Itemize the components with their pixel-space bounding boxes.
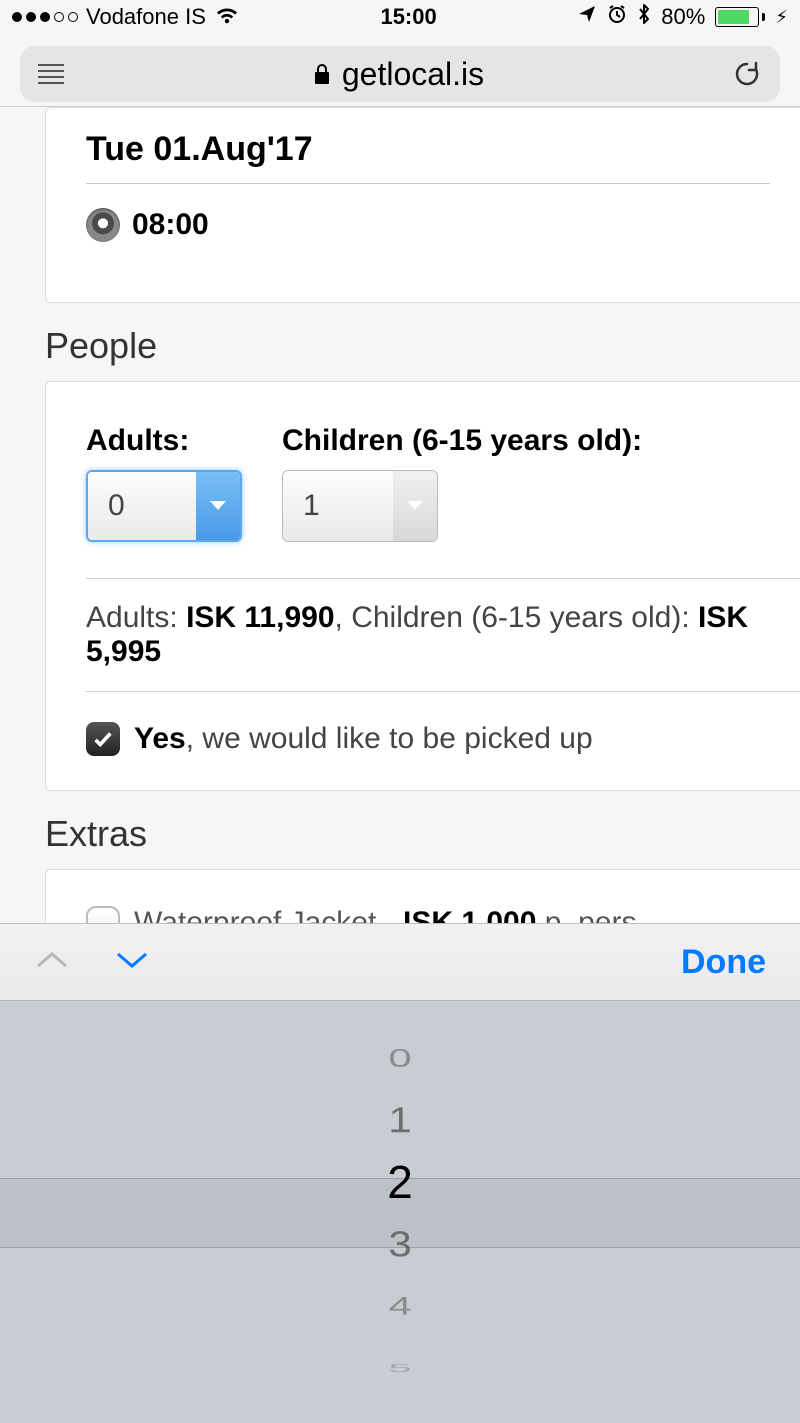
extras-card: Waterproof Jacket - ISK 1,000 p. pers Hi… xyxy=(45,869,800,923)
people-card: Adults: 0 Children (6-15 years old): 1 A… xyxy=(45,381,800,791)
refresh-icon[interactable] xyxy=(732,59,762,89)
done-button[interactable]: Done xyxy=(681,943,766,982)
radio-selected-icon[interactable] xyxy=(86,208,120,242)
charging-icon: ⚡︎ xyxy=(775,7,788,28)
dropdown-arrow-icon xyxy=(393,471,437,541)
picker-item[interactable]: 1 xyxy=(0,1093,800,1147)
battery-icon xyxy=(715,7,765,27)
pickup-checkbox-row[interactable]: Yes, we would like to be picked up xyxy=(86,722,800,756)
children-select[interactable]: 1 xyxy=(282,470,438,542)
keyboard-accessory-bar: Done xyxy=(0,923,800,1001)
children-price-label: Children (6-15 years old): xyxy=(351,601,698,634)
clock-label: 15:00 xyxy=(380,4,436,30)
location-icon xyxy=(577,4,597,30)
adults-price-label: Adults: xyxy=(86,601,186,634)
picker-item-selected[interactable]: 2 xyxy=(0,1151,800,1213)
status-right: 80% ⚡︎ xyxy=(577,3,788,31)
browser-toolbar: getlocal.is xyxy=(0,34,800,106)
bluetooth-icon xyxy=(637,3,651,31)
adults-group: Adults: 0 xyxy=(86,424,242,542)
adults-price: ISK 11,990 xyxy=(186,601,334,634)
picker-item[interactable]: 3 xyxy=(0,1217,800,1271)
extra-item[interactable]: Waterproof Jacket - ISK 1,000 p. pers xyxy=(86,906,800,923)
picker-item[interactable]: 5 xyxy=(0,1359,800,1377)
url-wrap: getlocal.is xyxy=(312,56,484,93)
children-label: Children (6-15 years old): xyxy=(282,424,642,458)
url-text: getlocal.is xyxy=(342,56,484,93)
extra-text: Waterproof Jacket - ISK 1,000 p. pers xyxy=(134,906,636,923)
people-section-title: People xyxy=(45,325,800,367)
adults-select[interactable]: 0 xyxy=(86,470,242,542)
address-bar[interactable]: getlocal.is xyxy=(20,46,780,102)
picker-item[interactable]: 4 xyxy=(0,1287,800,1325)
time-option-row[interactable]: 08:00 xyxy=(86,184,770,272)
children-group: Children (6-15 years old): 1 xyxy=(282,424,642,542)
checkbox-unchecked-icon[interactable] xyxy=(86,906,120,923)
status-bar: Vodafone IS 15:00 80% ⚡︎ xyxy=(0,0,800,34)
reader-view-icon[interactable] xyxy=(38,64,64,84)
picker-wheel[interactable]: 0 1 2 3 4 5 xyxy=(0,1001,800,1423)
children-value: 1 xyxy=(283,471,393,541)
page-content: Tue 01.Aug'17 08:00 People Adults: 0 Chi… xyxy=(0,107,800,923)
dropdown-arrow-icon xyxy=(196,472,240,540)
checkbox-checked-icon[interactable] xyxy=(86,722,120,756)
alarm-icon xyxy=(607,4,627,30)
carrier-label: Vodafone IS xyxy=(86,4,206,30)
pickup-text: Yes, we would like to be picked up xyxy=(134,722,593,756)
next-field-button[interactable] xyxy=(114,948,150,977)
date-time-card: Tue 01.Aug'17 08:00 xyxy=(45,107,800,303)
battery-percent: 80% xyxy=(661,4,705,30)
time-label: 08:00 xyxy=(132,208,209,242)
picker-item[interactable]: 0 xyxy=(0,1039,800,1077)
booking-date: Tue 01.Aug'17 xyxy=(86,124,770,184)
lock-icon xyxy=(312,62,332,86)
adults-value: 0 xyxy=(88,472,196,540)
adults-label: Adults: xyxy=(86,424,242,458)
signal-strength-icon xyxy=(12,12,78,22)
price-summary: Adults: ISK 11,990, Children (6-15 years… xyxy=(86,578,800,692)
status-left: Vodafone IS xyxy=(12,3,240,31)
wifi-icon xyxy=(214,3,240,31)
prev-field-button xyxy=(34,948,70,977)
extras-section-title: Extras xyxy=(45,813,800,855)
